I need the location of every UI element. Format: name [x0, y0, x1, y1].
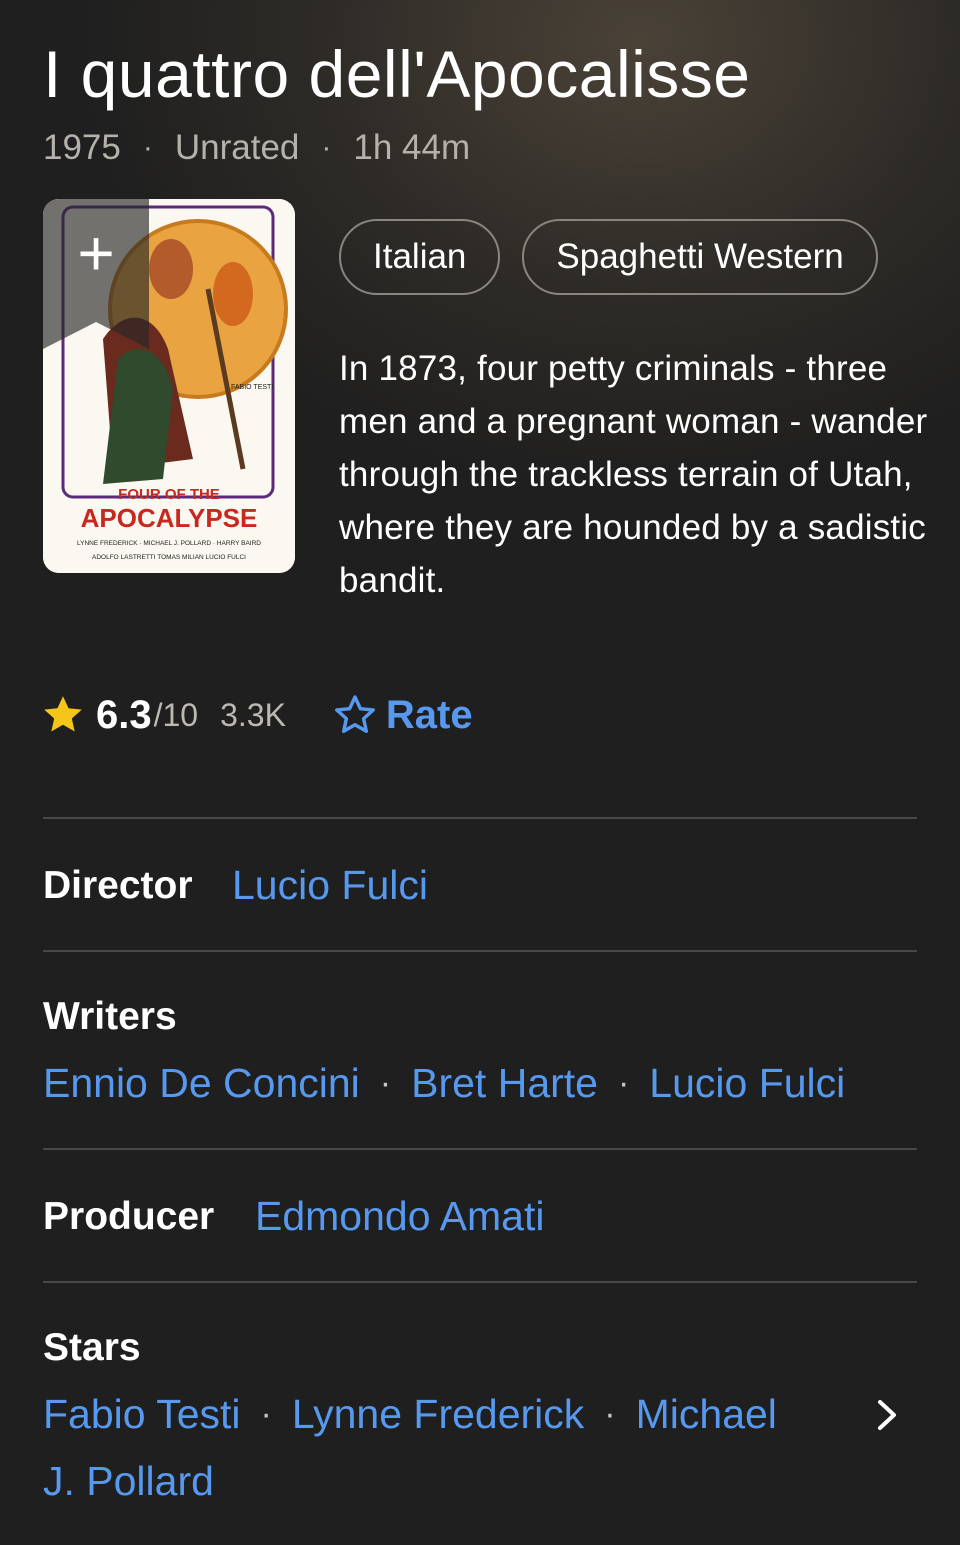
star-outline-icon: [334, 695, 375, 734]
director-label: Director: [43, 864, 193, 907]
stars-label: Stars: [43, 1326, 141, 1369]
genre-chip-spaghetti-western[interactable]: Spaghetti Western: [522, 219, 878, 295]
writer-link[interactable]: Lucio Fulci: [649, 1060, 845, 1107]
rating-out-of: /10: [153, 696, 199, 733]
star-link[interactable]: Lynne Frederick: [292, 1391, 584, 1438]
poster-image[interactable]: FABIO TESTI FOUR OF THE APOCALYPSE LYNNE…: [43, 199, 295, 573]
plus-icon: +: [77, 217, 115, 289]
list-separator: ·: [379, 1064, 392, 1102]
poster-title-line2: APOCALYPSE: [81, 503, 258, 533]
list-separator: ·: [617, 1064, 630, 1102]
genre-chips: Italian Spaghetti Western: [339, 219, 878, 295]
producer-link[interactable]: Edmondo Amati: [255, 1193, 544, 1240]
meta-separator: ·: [321, 131, 332, 164]
certificate: Unrated: [174, 128, 300, 167]
writers-list: Ennio De Concini · Bret Harte · Lucio Fu…: [43, 1060, 845, 1107]
rate-button[interactable]: Rate: [332, 692, 473, 738]
star-link[interactable]: Michael: [636, 1391, 777, 1438]
plot-summary: In 1873, four petty criminals - three me…: [339, 349, 928, 600]
director-link[interactable]: Lucio Fulci: [232, 862, 428, 909]
runtime: 1h 44m: [353, 128, 471, 167]
producer-label: Producer: [43, 1195, 215, 1238]
rating-row: 6.3 /10 3.3K Rate: [40, 688, 473, 742]
release-year: 1975: [43, 128, 121, 167]
genre-chip-italian[interactable]: Italian: [339, 219, 501, 295]
star-link[interactable]: Fabio Testi: [43, 1391, 241, 1438]
list-separator: ·: [260, 1395, 272, 1433]
poster-credits-line1: LYNNE FREDERICK · MICHAEL J. POLLARD · H…: [77, 540, 261, 547]
divider: [43, 950, 917, 952]
rate-label: Rate: [385, 692, 473, 737]
divider: [43, 817, 917, 819]
movie-title: I quattro dell'Apocalisse: [43, 37, 751, 111]
chevron-right-icon[interactable]: [872, 1398, 902, 1432]
divider: [43, 1281, 917, 1283]
stars-list: Fabio Testi · Lynne Frederick · Michael: [43, 1391, 777, 1438]
movie-meta: 1975 · Unrated · 1h 44m: [43, 128, 470, 168]
poster-credits-line2: ADOLFO LASTRETTI TOMAS MILIAN LUCIO FULC…: [92, 554, 246, 561]
writers-label: Writers: [43, 995, 177, 1038]
rating-count: 3.3K: [220, 696, 286, 733]
rating-score: 6.3: [96, 692, 152, 737]
star-icon: [44, 696, 82, 732]
poster-side-credit: FABIO TESTI: [231, 384, 273, 391]
star-link[interactable]: J. Pollard: [43, 1458, 214, 1505]
stars-list-continued: J. Pollard: [43, 1458, 214, 1505]
list-separator: ·: [604, 1395, 616, 1433]
writer-link[interactable]: Bret Harte: [411, 1060, 598, 1107]
writer-link[interactable]: Ennio De Concini: [43, 1060, 360, 1107]
poster-title-line1: FOUR OF THE: [118, 486, 220, 503]
divider: [43, 1148, 917, 1150]
meta-separator: ·: [142, 131, 153, 164]
